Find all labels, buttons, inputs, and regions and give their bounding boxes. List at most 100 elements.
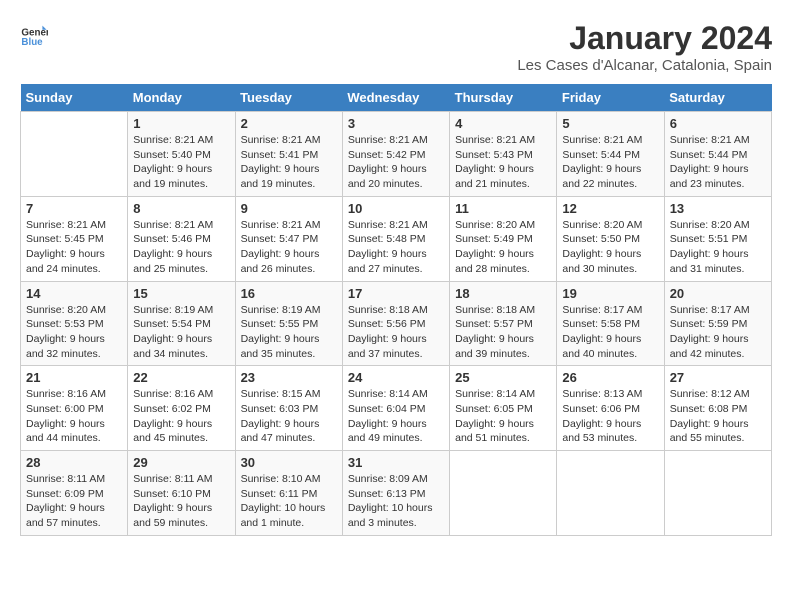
day-number: 14: [26, 286, 122, 301]
calendar-cell: [664, 451, 771, 536]
header-saturday: Saturday: [664, 84, 771, 112]
day-info: Sunrise: 8:21 AM Sunset: 5:42 PM Dayligh…: [348, 133, 444, 192]
day-number: 30: [241, 455, 337, 470]
calendar-cell: 11 Sunrise: 8:20 AM Sunset: 5:49 PM Dayli…: [450, 196, 557, 281]
header-tuesday: Tuesday: [235, 84, 342, 112]
day-info: Sunrise: 8:17 AM Sunset: 5:58 PM Dayligh…: [562, 303, 658, 362]
day-info: Sunrise: 8:19 AM Sunset: 5:55 PM Dayligh…: [241, 303, 337, 362]
day-info: Sunrise: 8:21 AM Sunset: 5:43 PM Dayligh…: [455, 133, 551, 192]
day-info: Sunrise: 8:18 AM Sunset: 5:56 PM Dayligh…: [348, 303, 444, 362]
day-number: 4: [455, 116, 551, 131]
day-info: Sunrise: 8:14 AM Sunset: 6:04 PM Dayligh…: [348, 387, 444, 446]
day-info: Sunrise: 8:14 AM Sunset: 6:05 PM Dayligh…: [455, 387, 551, 446]
day-info: Sunrise: 8:20 AM Sunset: 5:50 PM Dayligh…: [562, 218, 658, 277]
header-sunday: Sunday: [21, 84, 128, 112]
calendar-cell: 14 Sunrise: 8:20 AM Sunset: 5:53 PM Dayli…: [21, 281, 128, 366]
calendar-header-row: SundayMondayTuesdayWednesdayThursdayFrid…: [21, 84, 772, 112]
logo: General Blue: [20, 20, 48, 48]
day-info: Sunrise: 8:11 AM Sunset: 6:10 PM Dayligh…: [133, 472, 229, 531]
header-monday: Monday: [128, 84, 235, 112]
calendar-cell: 28 Sunrise: 8:11 AM Sunset: 6:09 PM Dayli…: [21, 451, 128, 536]
calendar-cell: 7 Sunrise: 8:21 AM Sunset: 5:45 PM Daylig…: [21, 196, 128, 281]
page-header: General Blue January 2024 Les Cases d'Al…: [20, 20, 772, 74]
calendar-cell: 1 Sunrise: 8:21 AM Sunset: 5:40 PM Daylig…: [128, 112, 235, 197]
day-number: 17: [348, 286, 444, 301]
calendar-cell: 5 Sunrise: 8:21 AM Sunset: 5:44 PM Daylig…: [557, 112, 664, 197]
calendar-cell: 6 Sunrise: 8:21 AM Sunset: 5:44 PM Daylig…: [664, 112, 771, 197]
calendar-cell: 8 Sunrise: 8:21 AM Sunset: 5:46 PM Daylig…: [128, 196, 235, 281]
week-row-1: 1 Sunrise: 8:21 AM Sunset: 5:40 PM Daylig…: [21, 112, 772, 197]
day-number: 6: [670, 116, 766, 131]
calendar-cell: 27Sunrise: 8:12 AM Sunset: 6:08 PM Dayli…: [664, 366, 771, 451]
day-number: 31: [348, 455, 444, 470]
day-number: 7: [26, 201, 122, 216]
day-number: 23: [241, 370, 337, 385]
day-info: Sunrise: 8:20 AM Sunset: 5:53 PM Dayligh…: [26, 303, 122, 362]
week-row-2: 7 Sunrise: 8:21 AM Sunset: 5:45 PM Daylig…: [21, 196, 772, 281]
day-info: Sunrise: 8:21 AM Sunset: 5:46 PM Dayligh…: [133, 218, 229, 277]
calendar-cell: 30Sunrise: 8:10 AM Sunset: 6:11 PM Dayli…: [235, 451, 342, 536]
calendar-cell: 26Sunrise: 8:13 AM Sunset: 6:06 PM Dayli…: [557, 366, 664, 451]
calendar-cell: 13 Sunrise: 8:20 AM Sunset: 5:51 PM Dayli…: [664, 196, 771, 281]
calendar-cell: 23Sunrise: 8:15 AM Sunset: 6:03 PM Dayli…: [235, 366, 342, 451]
day-info: Sunrise: 8:21 AM Sunset: 5:45 PM Dayligh…: [26, 218, 122, 277]
day-info: Sunrise: 8:21 AM Sunset: 5:40 PM Dayligh…: [133, 133, 229, 192]
day-info: Sunrise: 8:19 AM Sunset: 5:54 PM Dayligh…: [133, 303, 229, 362]
day-number: 19: [562, 286, 658, 301]
day-info: Sunrise: 8:20 AM Sunset: 5:51 PM Dayligh…: [670, 218, 766, 277]
week-row-5: 28 Sunrise: 8:11 AM Sunset: 6:09 PM Dayli…: [21, 451, 772, 536]
calendar-cell: 29 Sunrise: 8:11 AM Sunset: 6:10 PM Dayli…: [128, 451, 235, 536]
calendar-cell: [557, 451, 664, 536]
day-number: 16: [241, 286, 337, 301]
day-info: Sunrise: 8:16 AM Sunset: 6:00 PM Dayligh…: [26, 387, 122, 446]
day-info: Sunrise: 8:21 AM Sunset: 5:44 PM Dayligh…: [670, 133, 766, 192]
day-number: 9: [241, 201, 337, 216]
calendar-cell: 20Sunrise: 8:17 AM Sunset: 5:59 PM Dayli…: [664, 281, 771, 366]
calendar-cell: 2Sunrise: 8:21 AM Sunset: 5:41 PM Daylig…: [235, 112, 342, 197]
day-number: 12: [562, 201, 658, 216]
day-number: 18: [455, 286, 551, 301]
day-number: 8: [133, 201, 229, 216]
day-info: Sunrise: 8:18 AM Sunset: 5:57 PM Dayligh…: [455, 303, 551, 362]
day-number: 11: [455, 201, 551, 216]
week-row-4: 21 Sunrise: 8:16 AM Sunset: 6:00 PM Dayli…: [21, 366, 772, 451]
day-info: Sunrise: 8:16 AM Sunset: 6:02 PM Dayligh…: [133, 387, 229, 446]
calendar-table: SundayMondayTuesdayWednesdayThursdayFrid…: [20, 84, 772, 536]
calendar-cell: [21, 112, 128, 197]
day-number: 15: [133, 286, 229, 301]
calendar-cell: 9Sunrise: 8:21 AM Sunset: 5:47 PM Daylig…: [235, 196, 342, 281]
day-number: 1: [133, 116, 229, 131]
calendar-cell: 4 Sunrise: 8:21 AM Sunset: 5:43 PM Daylig…: [450, 112, 557, 197]
day-number: 28: [26, 455, 122, 470]
day-number: 21: [26, 370, 122, 385]
svg-text:Blue: Blue: [21, 37, 43, 48]
day-number: 24: [348, 370, 444, 385]
day-number: 25: [455, 370, 551, 385]
day-number: 20: [670, 286, 766, 301]
day-info: Sunrise: 8:09 AM Sunset: 6:13 PM Dayligh…: [348, 472, 444, 531]
calendar-cell: [450, 451, 557, 536]
calendar-cell: 19 Sunrise: 8:17 AM Sunset: 5:58 PM Dayli…: [557, 281, 664, 366]
header-thursday: Thursday: [450, 84, 557, 112]
calendar-cell: 15 Sunrise: 8:19 AM Sunset: 5:54 PM Dayli…: [128, 281, 235, 366]
calendar-cell: 12 Sunrise: 8:20 AM Sunset: 5:50 PM Dayli…: [557, 196, 664, 281]
day-number: 26: [562, 370, 658, 385]
calendar-cell: 21 Sunrise: 8:16 AM Sunset: 6:00 PM Dayli…: [21, 366, 128, 451]
calendar-cell: 10Sunrise: 8:21 AM Sunset: 5:48 PM Dayli…: [342, 196, 449, 281]
day-number: 29: [133, 455, 229, 470]
main-title: January 2024: [517, 20, 772, 57]
day-number: 5: [562, 116, 658, 131]
header-wednesday: Wednesday: [342, 84, 449, 112]
day-number: 27: [670, 370, 766, 385]
day-info: Sunrise: 8:21 AM Sunset: 5:44 PM Dayligh…: [562, 133, 658, 192]
day-number: 13: [670, 201, 766, 216]
day-number: 2: [241, 116, 337, 131]
calendar-cell: 3 Sunrise: 8:21 AM Sunset: 5:42 PM Daylig…: [342, 112, 449, 197]
calendar-cell: 17 Sunrise: 8:18 AM Sunset: 5:56 PM Dayli…: [342, 281, 449, 366]
day-number: 3: [348, 116, 444, 131]
day-info: Sunrise: 8:20 AM Sunset: 5:49 PM Dayligh…: [455, 218, 551, 277]
day-info: Sunrise: 8:11 AM Sunset: 6:09 PM Dayligh…: [26, 472, 122, 531]
header-friday: Friday: [557, 84, 664, 112]
subtitle: Les Cases d'Alcanar, Catalonia, Spain: [517, 57, 772, 74]
day-info: Sunrise: 8:21 AM Sunset: 5:48 PM Dayligh…: [348, 218, 444, 277]
